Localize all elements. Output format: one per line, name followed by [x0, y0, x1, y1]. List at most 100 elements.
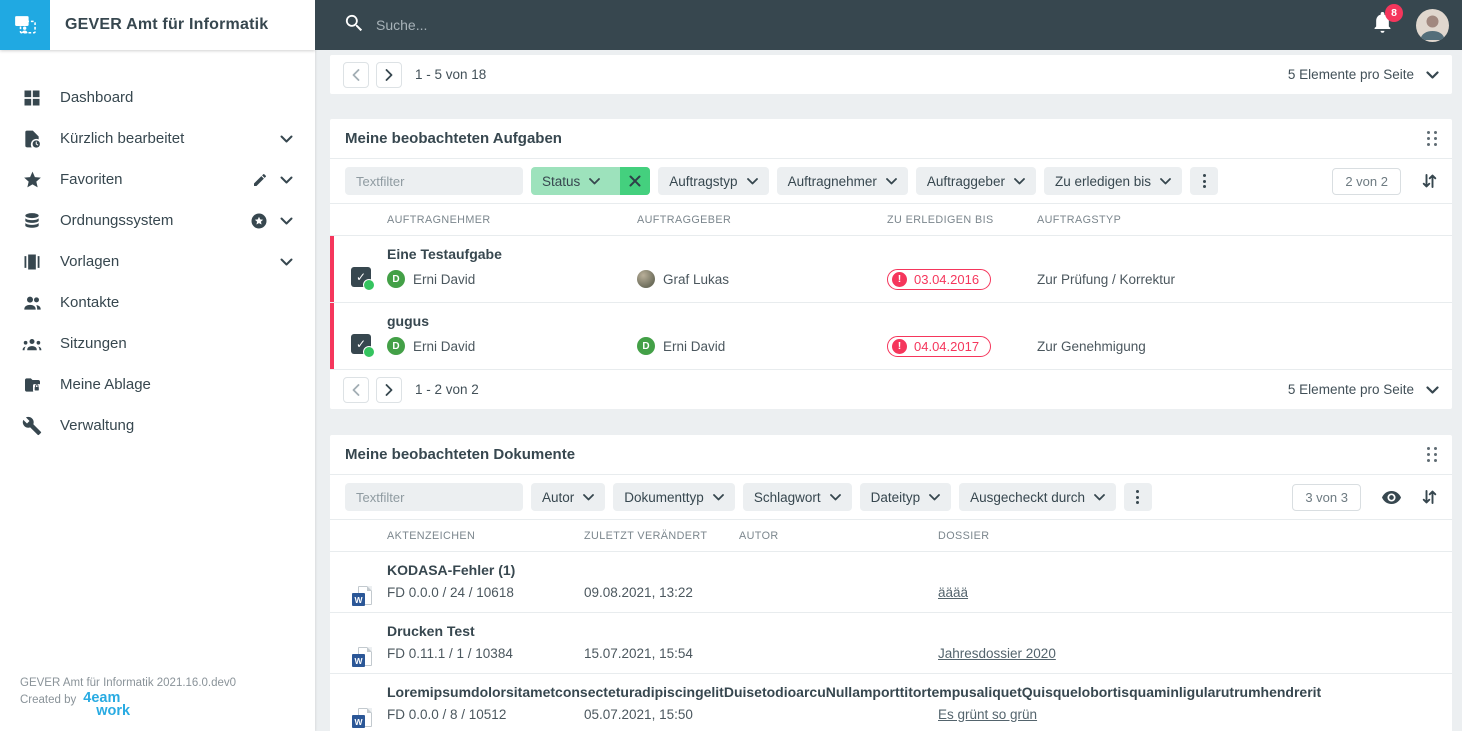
wrench-icon: [20, 416, 44, 436]
sidebar-item-favoriten[interactable]: Favoriten: [0, 159, 315, 200]
recent-document-icon: [20, 129, 44, 149]
due-date-badge: ! 03.04.2016: [887, 268, 992, 290]
reference-number: FD 0.0.0 / 24 / 10618: [387, 584, 514, 600]
issuer: D Erni David: [637, 337, 887, 355]
brand-header: GEVER Amt für Informatik: [0, 0, 315, 50]
word-document-icon: W: [352, 708, 372, 730]
filter-schlagwort[interactable]: Schlagwort: [742, 483, 852, 511]
table-row[interactable]: ✓ Eine Testaufgabe D Erni David Graf Luk…: [330, 236, 1452, 303]
notification-badge: 8: [1385, 4, 1403, 22]
next-page-button[interactable]: [376, 61, 402, 88]
reference-number: FD 0.11.1 / 1 / 10384: [387, 645, 513, 661]
kebab-icon[interactable]: [1190, 167, 1219, 195]
drag-handle-icon[interactable]: [1427, 447, 1437, 462]
sidebar-item-vorlagen[interactable]: Vorlagen: [0, 241, 315, 282]
word-document-icon: W: [352, 586, 372, 608]
chevron-down-icon[interactable]: [280, 258, 293, 266]
per-page-selector[interactable]: 5 Elemente pro Seite: [1288, 67, 1439, 82]
result-count: 3 von 3: [1292, 483, 1361, 511]
sidebar-item-sitzungen[interactable]: Sitzungen: [0, 323, 315, 364]
table-row[interactable]: ✓ gugus D Erni David D Erni David ! 04.0…: [330, 303, 1452, 370]
filter-autor[interactable]: Autor: [531, 483, 606, 511]
version-text: GEVER Amt für Informatik 2021.16.0.dev0: [20, 677, 237, 689]
document-title[interactable]: Loremipsumdolorsitametconsecteturadipisc…: [387, 684, 1437, 700]
top-bar: GEVER Amt für Informatik Suche... 8: [0, 0, 1462, 50]
sort-icon[interactable]: [1422, 489, 1437, 505]
chevron-down-icon: [929, 493, 941, 500]
dossier-link[interactable]: ääää: [938, 585, 968, 600]
prev-page-button[interactable]: [343, 61, 369, 88]
avatar: D: [637, 337, 655, 355]
kebab-icon[interactable]: [1123, 483, 1152, 511]
chevron-down-icon: [746, 177, 758, 184]
per-page-selector[interactable]: 5 Elemente pro Seite: [1288, 382, 1439, 397]
search-input[interactable]: Suche...: [345, 14, 427, 37]
tasks-table-header: AUFTRAGNEHMER AUFTRAGGEBER ZU ERLEDIGEN …: [330, 204, 1452, 236]
due-date-badge: ! 04.04.2017: [887, 335, 992, 357]
chevron-down-icon[interactable]: [280, 135, 293, 143]
avatar: D: [387, 270, 405, 288]
drag-handle-icon[interactable]: [1427, 131, 1437, 146]
sidebar-item-kontakte[interactable]: Kontakte: [0, 282, 315, 323]
document-title[interactable]: Drucken Test: [387, 623, 1437, 639]
eye-icon[interactable]: [1382, 490, 1401, 504]
task-icon: ✓: [351, 334, 375, 358]
favorite-badge-icon[interactable]: [250, 212, 268, 230]
sidebar-item-verwaltung[interactable]: Verwaltung: [0, 405, 315, 446]
sidebar-item-kuerzlich-bearbeitet[interactable]: Kürzlich bearbeitet: [0, 118, 315, 159]
filter-ausgecheckt-durch[interactable]: Ausgecheckt durch: [959, 483, 1116, 511]
filter-status-active[interactable]: Status: [531, 167, 651, 195]
sidebar-item-meine-ablage[interactable]: Meine Ablage: [0, 364, 315, 405]
result-count: 2 von 2: [1332, 167, 1401, 195]
overdue-icon: !: [892, 338, 907, 354]
sort-icon[interactable]: [1422, 173, 1437, 189]
chevron-down-icon[interactable]: [280, 176, 293, 184]
task-type: Zur Genehmigung: [1037, 338, 1146, 354]
panel-title: Meine beobachteten Dokumente: [345, 446, 576, 463]
chevron-down-icon: [1160, 177, 1171, 184]
reference-number: FD 0.0.0 / 8 / 10512: [387, 706, 507, 722]
prev-page-button[interactable]: [343, 376, 369, 403]
task-title[interactable]: Eine Testaufgabe: [387, 246, 1437, 262]
filter-auftragstyp[interactable]: Auftragstyp: [658, 167, 769, 195]
filter-auftragnehmer[interactable]: Auftragnehmer: [776, 167, 908, 195]
filter-auftraggeber[interactable]: Auftraggeber: [915, 167, 1036, 195]
top-bar-dark-area: Suche... 8: [315, 0, 1462, 50]
sidebar-item-dashboard[interactable]: Dashboard: [0, 77, 315, 118]
top-pagination: 1 - 5 von 18 5 Elemente pro Seite: [330, 55, 1452, 94]
notifications-button[interactable]: 8: [1373, 4, 1403, 38]
issuer: Graf Lukas: [637, 270, 887, 288]
filter-dateityp[interactable]: Dateityp: [859, 483, 952, 511]
table-row[interactable]: W Loremipsumdolorsitametconsecteturadipi…: [330, 674, 1452, 731]
chevron-down-icon: [885, 177, 897, 184]
bell-icon: [1373, 11, 1392, 37]
dossier-link[interactable]: Jahresdossier 2020: [938, 646, 1056, 661]
table-row[interactable]: W KODASA-Fehler (1) FD 0.0.0 / 24 / 1061…: [330, 552, 1452, 613]
document-title[interactable]: KODASA-Fehler (1): [387, 562, 1437, 578]
app-logo-icon[interactable]: [0, 0, 50, 50]
app-title: GEVER Amt für Informatik: [65, 16, 269, 33]
dossier-link[interactable]: Es grünt so grün: [938, 707, 1037, 722]
filter-dokumenttyp[interactable]: Dokumenttyp: [613, 483, 735, 511]
avatar: [637, 270, 655, 288]
word-document-icon: W: [352, 647, 372, 669]
meetings-icon: [20, 334, 44, 354]
task-title[interactable]: gugus: [387, 313, 1437, 329]
avatar[interactable]: [1416, 8, 1449, 42]
database-icon: [20, 211, 44, 231]
page-range-text: 1 - 2 von 2: [415, 382, 479, 397]
created-by-text: Created by: [20, 694, 77, 706]
sidebar-item-ordnungssystem[interactable]: Ordnungssystem: [0, 200, 315, 241]
textfilter-input[interactable]: [345, 167, 523, 195]
textfilter-input[interactable]: [345, 483, 523, 511]
filter-zu-erledigen-bis[interactable]: Zu erledigen bis: [1043, 167, 1183, 195]
chevron-down-icon: [1014, 177, 1025, 184]
table-row[interactable]: W Drucken Test FD 0.11.1 / 1 / 10384 15.…: [330, 613, 1452, 674]
pencil-icon[interactable]: [252, 172, 268, 188]
chevron-down-icon[interactable]: [280, 217, 293, 225]
star-icon: [20, 170, 44, 190]
task-icon: ✓: [351, 267, 375, 291]
close-icon[interactable]: [620, 167, 651, 195]
next-page-button[interactable]: [376, 376, 402, 403]
docs-table-header: AKTENZEICHEN ZULETZT VERÄNDERT AUTOR DOS…: [330, 520, 1452, 552]
